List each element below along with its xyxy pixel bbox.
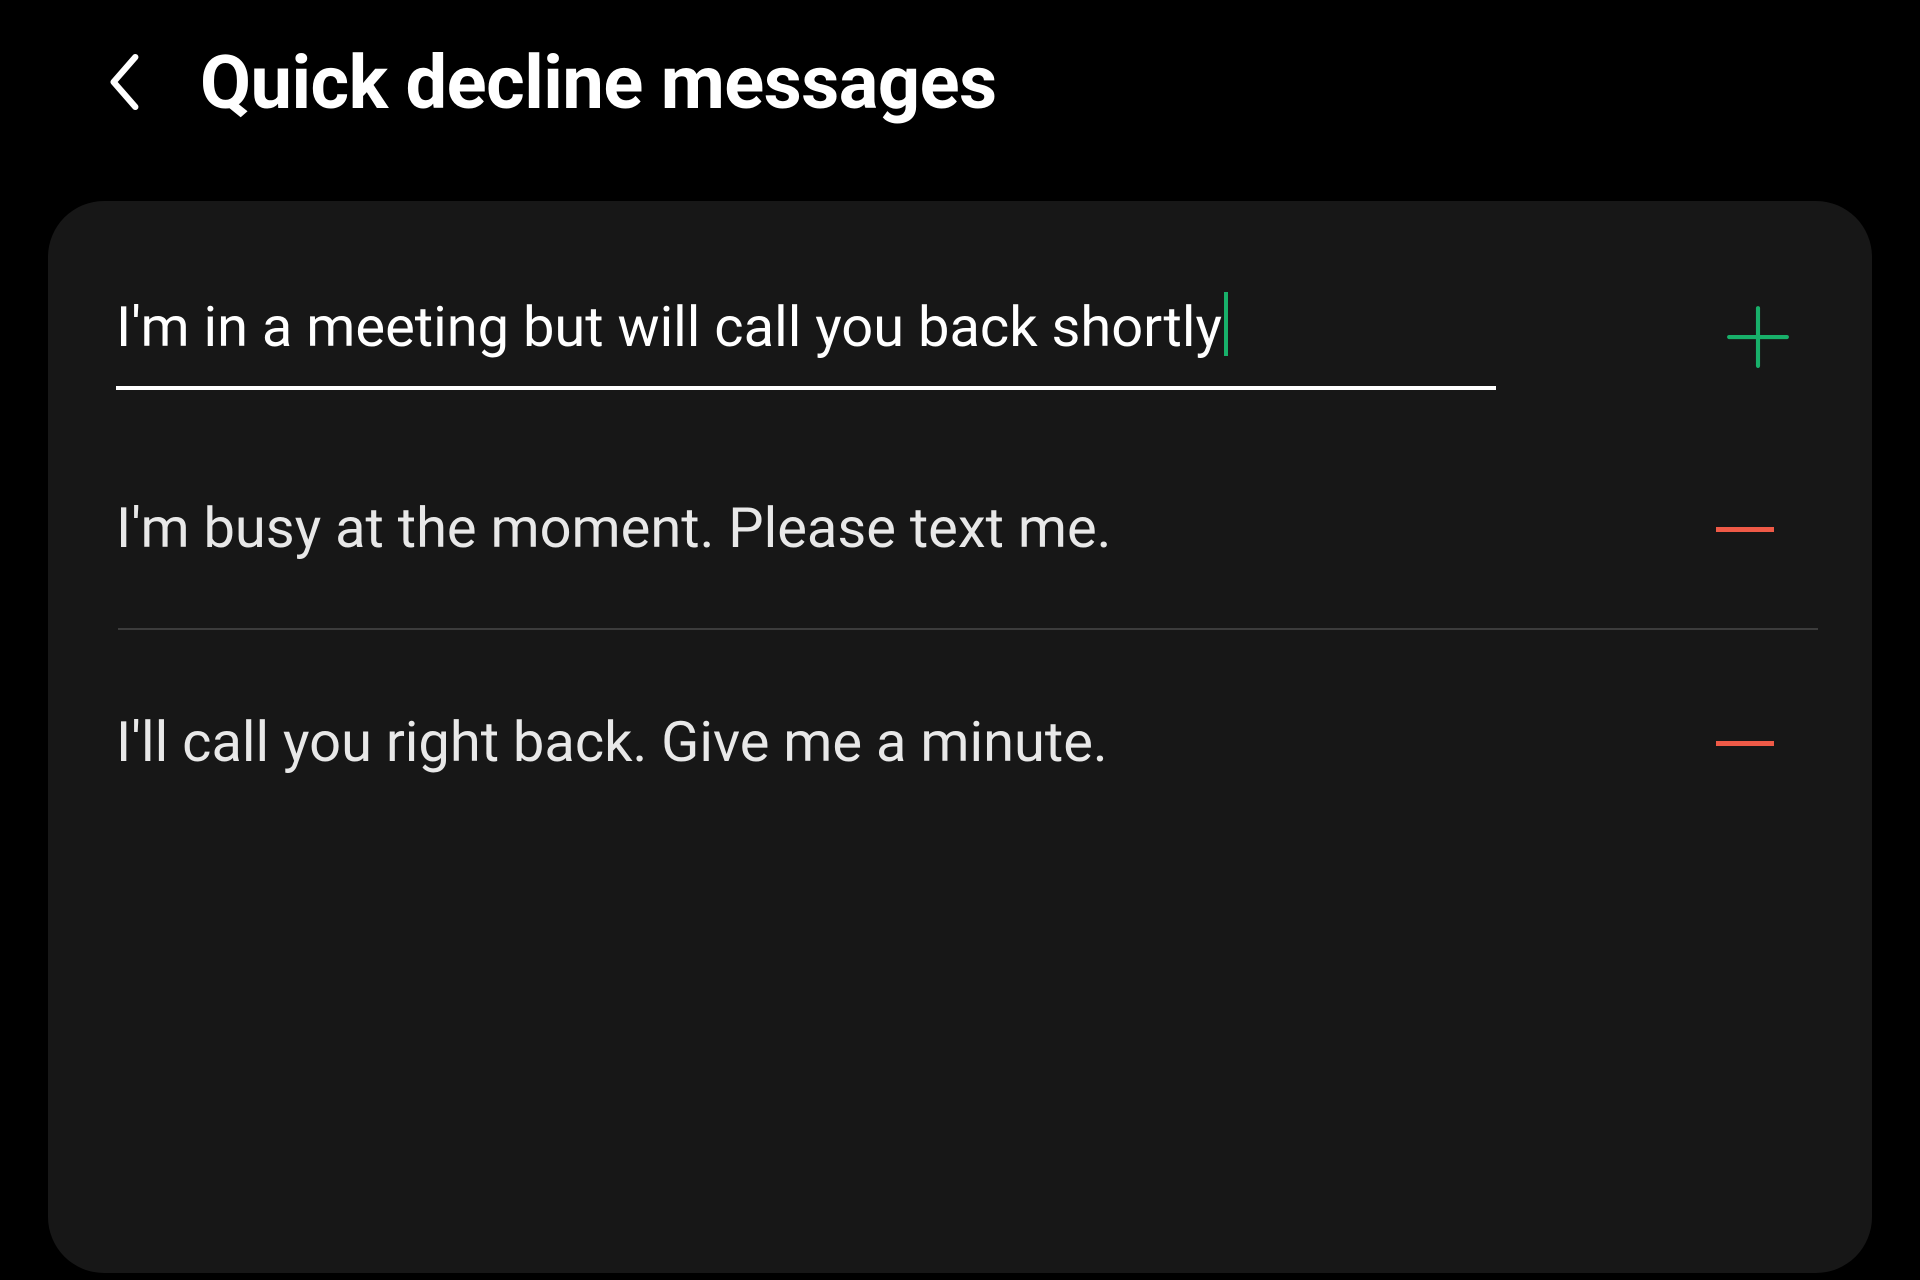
messages-panel: I'm in a meeting but will call you back … (48, 201, 1872, 1273)
message-text: I'll call you right back. Give me a minu… (116, 702, 1108, 783)
chevron-left-icon (104, 54, 148, 114)
minus-icon (1716, 527, 1774, 537)
message-row[interactable]: I'm busy at the moment. Please text me. (116, 486, 1816, 570)
remove-message-button[interactable] (1716, 700, 1800, 784)
text-cursor (1224, 292, 1228, 356)
message-text: I'm busy at the moment. Please text me. (116, 488, 1111, 569)
new-message-input[interactable]: I'm in a meeting but will call you back … (116, 287, 1496, 390)
page-title: Quick decline messages (200, 40, 997, 127)
add-message-button[interactable] (1716, 297, 1800, 381)
back-button[interactable] (98, 56, 154, 112)
new-message-text: I'm in a meeting but will call you back … (116, 294, 1222, 360)
message-row[interactable]: I'll call you right back. Give me a minu… (116, 700, 1816, 784)
new-message-row: I'm in a meeting but will call you back … (116, 287, 1816, 390)
minus-icon (1716, 741, 1774, 751)
divider (118, 628, 1818, 630)
header: Quick decline messages (0, 0, 1920, 137)
remove-message-button[interactable] (1716, 486, 1800, 570)
plus-icon (1725, 304, 1791, 374)
